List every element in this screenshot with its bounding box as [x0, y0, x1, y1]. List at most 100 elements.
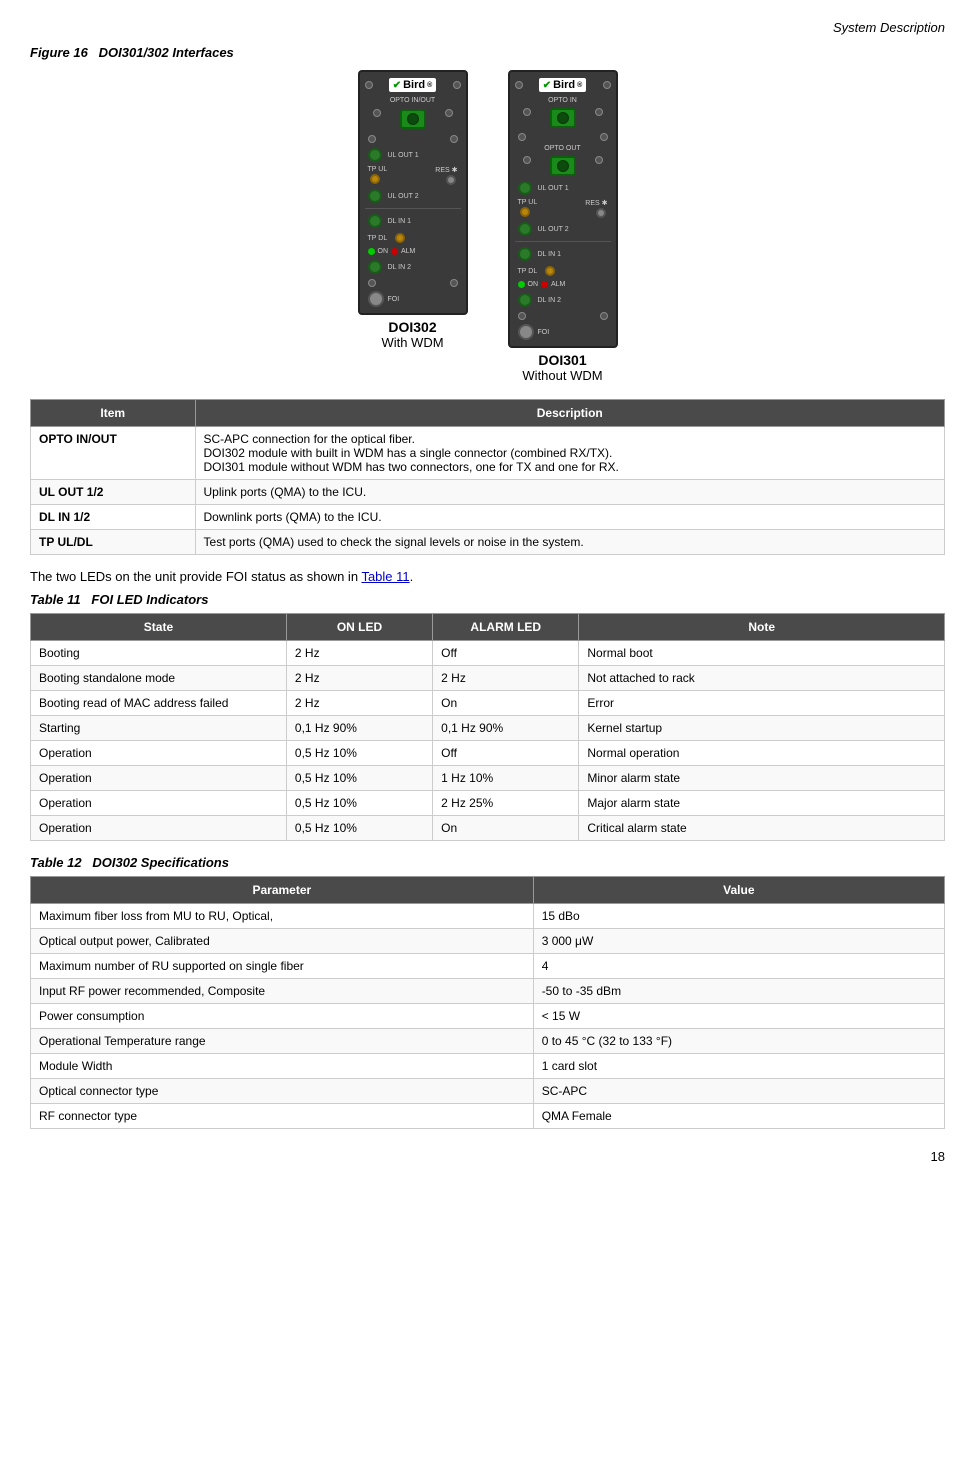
page-header: System Description: [30, 20, 945, 35]
table11-row: Operation0,5 Hz 10%2 Hz 25%Major alarm s…: [31, 791, 945, 816]
interfaces-item: DL IN 1/2: [31, 505, 196, 530]
table11: State ON LED ALARM LED Note Booting2 HzO…: [30, 613, 945, 841]
table11-cell-note: Minor alarm state: [579, 766, 945, 791]
table11-cell-on_led: 2 Hz: [286, 641, 432, 666]
table11-row: Booting read of MAC address failed2 HzOn…: [31, 691, 945, 716]
table11-cell-alarm_led: Off: [433, 741, 579, 766]
table11-row: Operation0,5 Hz 10%1 Hz 10%Minor alarm s…: [31, 766, 945, 791]
t11-th-on: ON LED: [286, 614, 432, 641]
screw-l1-301: [523, 108, 531, 116]
table12-param: Input RF power recommended, Composite: [31, 979, 534, 1004]
table11-link[interactable]: Table 11: [361, 569, 409, 584]
table12-row: Module Width1 card slot: [31, 1054, 945, 1079]
on-led-301: [518, 281, 525, 288]
interfaces-row: UL OUT 1/2Uplink ports (QMA) to the ICU.: [31, 480, 945, 505]
interfaces-row: DL IN 1/2Downlink ports (QMA) to the ICU…: [31, 505, 945, 530]
table11-cell-on_led: 0,5 Hz 10%: [286, 741, 432, 766]
t12-th-param: Parameter: [31, 877, 534, 904]
table11-cell-state: Operation: [31, 766, 287, 791]
tp-dl-row-301: TP DL: [515, 265, 611, 277]
opto-in-label-301: OPTO IN: [548, 97, 577, 104]
led-row-302: ON ALM: [365, 247, 461, 256]
interfaces-item: UL OUT 1/2: [31, 480, 196, 505]
t12-th-val: Value: [533, 877, 944, 904]
ul-out2-port-301: [518, 222, 532, 236]
interfaces-table: Item Description OPTO IN/OUTSC-APC conne…: [30, 399, 945, 555]
divider1-301: [515, 241, 611, 242]
res-port-301: [596, 208, 606, 218]
t11-th-note: Note: [579, 614, 945, 641]
intro-text: The two LEDs on the unit provide FOI sta…: [30, 569, 945, 584]
table12-row: Maximum number of RU supported on single…: [31, 954, 945, 979]
screw-l2: [368, 135, 376, 143]
screw-tr: [453, 81, 461, 89]
table12-value: 4: [533, 954, 944, 979]
table11-cell-alarm_led: 1 Hz 10%: [433, 766, 579, 791]
ul-out1-row-302: UL OUT 1: [365, 147, 461, 163]
table11-cell-on_led: 0,5 Hz 10%: [286, 816, 432, 841]
opto-in-connector-301: [550, 108, 576, 128]
table12-param: Optical connector type: [31, 1079, 534, 1104]
dl-in1-row-302: DL IN 1: [365, 213, 461, 229]
on-led-302: [368, 248, 375, 255]
figure-devices: ✔ Bird® OPTO IN/OUT U: [30, 70, 945, 383]
dl-in1-label-302: DL IN 1: [388, 218, 411, 225]
table11-cell-note: Not attached to rack: [579, 666, 945, 691]
foi-label-301: FOI: [538, 329, 550, 336]
table11-cell-alarm_led: 2 Hz: [433, 666, 579, 691]
table11-cell-alarm_led: Off: [433, 641, 579, 666]
table12-param: RF connector type: [31, 1104, 534, 1129]
table11-cell-note: Major alarm state: [579, 791, 945, 816]
table11-cell-note: Normal boot: [579, 641, 945, 666]
interfaces-desc: SC-APC connection for the optical fiber.…: [195, 427, 944, 480]
ul-out2-row-301: UL OUT 2: [515, 221, 611, 237]
dl-in1-label-301: DL IN 1: [538, 251, 561, 258]
brand-logo-301: ✔ Bird®: [539, 78, 587, 92]
table12-row: Input RF power recommended, Composite-50…: [31, 979, 945, 1004]
screw-bl-302: [368, 279, 376, 287]
table11-cell-alarm_led: On: [433, 691, 579, 716]
screw-r2-301: [600, 133, 608, 141]
interfaces-th-desc: Description: [195, 400, 944, 427]
dl-in1-port-301: [518, 247, 532, 261]
table11-cell-on_led: 0,1 Hz 90%: [286, 716, 432, 741]
ul-out2-row-302: UL OUT 2: [365, 188, 461, 204]
table12-value: QMA Female: [533, 1104, 944, 1129]
screw-bl-301: [518, 312, 526, 320]
table12-row: Operational Temperature range0 to 45 °C …: [31, 1029, 945, 1054]
table12-row: RF connector typeQMA Female: [31, 1104, 945, 1129]
screw-br-301: [600, 312, 608, 320]
table11-cell-note: Kernel startup: [579, 716, 945, 741]
tp-dl-port-301: [545, 266, 555, 276]
table12-value: -50 to -35 dBm: [533, 979, 944, 1004]
table12-param: Operational Temperature range: [31, 1029, 534, 1054]
opto-out-connector-301: [550, 156, 576, 176]
table12-value: 15 dBo: [533, 904, 944, 929]
screw-l1: [373, 109, 381, 117]
table12-value: 3 000 μW: [533, 929, 944, 954]
tp-dl-row-302: TP DL: [365, 232, 461, 244]
interfaces-desc: Uplink ports (QMA) to the ICU.: [195, 480, 944, 505]
doi301-label: DOI301 Without WDM: [522, 352, 602, 383]
ul-out2-port-302: [368, 189, 382, 203]
table12-param: Power consumption: [31, 1004, 534, 1029]
table11-title: Table 11 FOI LED Indicators: [30, 592, 945, 607]
foi-label-302: FOI: [388, 296, 400, 303]
screw-tr-301: [603, 81, 611, 89]
table11-cell-alarm_led: On: [433, 816, 579, 841]
screw-r1-301: [595, 108, 603, 116]
table11-cell-state: Operation: [31, 741, 287, 766]
alm-led-302: [391, 248, 398, 255]
table11-cell-note: Critical alarm state: [579, 816, 945, 841]
table11-cell-alarm_led: 2 Hz 25%: [433, 791, 579, 816]
table11-row: Booting standalone mode2 Hz2 HzNot attac…: [31, 666, 945, 691]
table11-row: Operation0,5 Hz 10%OnCritical alarm stat…: [31, 816, 945, 841]
brand-logo-302: ✔ Bird®: [389, 78, 437, 92]
table12-row: Power consumption< 15 W: [31, 1004, 945, 1029]
doi301-card: ✔ Bird® OPTO IN OPTO OUT: [508, 70, 618, 348]
table11-cell-on_led: 2 Hz: [286, 666, 432, 691]
table11-cell-state: Booting: [31, 641, 287, 666]
table12-value: 0 to 45 °C (32 to 133 °F): [533, 1029, 944, 1054]
table11-row: Starting0,1 Hz 90%0,1 Hz 90%Kernel start…: [31, 716, 945, 741]
table11-cell-on_led: 0,5 Hz 10%: [286, 766, 432, 791]
